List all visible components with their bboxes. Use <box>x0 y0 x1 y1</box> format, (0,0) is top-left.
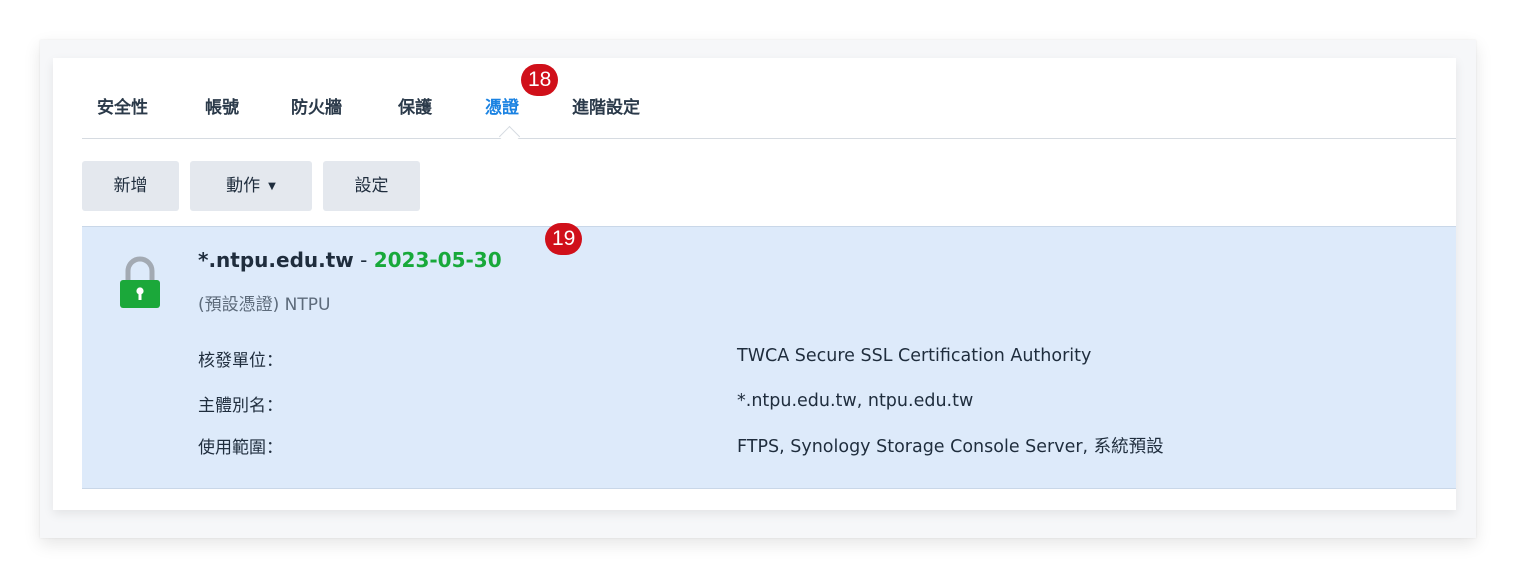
subject-alt-name-label: 主體別名： <box>198 396 283 416</box>
step-badge-cert: 19 <box>545 223 583 255</box>
chevron-down-icon: ▼ <box>268 181 276 192</box>
usage-scope-value: FTPS, Synology Storage Console Server, 系… <box>737 437 1164 457</box>
settings-button[interactable]: 設定 <box>323 161 420 211</box>
add-button-label: 新增 <box>113 176 148 196</box>
certificate-subtitle: (預設憑證) NTPU <box>198 295 331 315</box>
subject-alt-name-value: *.ntpu.edu.tw, ntpu.edu.tw <box>737 391 974 411</box>
issuer-value: TWCA Secure SSL Certification Authority <box>737 346 1092 366</box>
tab-security[interactable]: 安全性 <box>97 93 148 118</box>
usage-scope-label: 使用範圍： <box>198 438 283 458</box>
action-button-label: 動作 <box>226 176 261 196</box>
tab-firewall[interactable]: 防火牆 <box>291 93 342 118</box>
tab-protection[interactable]: 保護 <box>398 93 432 118</box>
certificate-expiry-date: 2023-05-30 <box>373 248 502 272</box>
issuer-label: 核發單位： <box>198 351 283 371</box>
action-dropdown-button[interactable]: 動作 ▼ <box>190 161 312 211</box>
certificate-title: *.ntpu.edu.tw - 2023-05-30 <box>198 248 502 272</box>
tab-account[interactable]: 帳號 <box>205 93 239 118</box>
step-badge-tab: 18 <box>521 64 559 96</box>
settings-button-label: 設定 <box>354 176 389 196</box>
tab-bar <box>82 88 1456 139</box>
tab-certificate[interactable]: 憑證 <box>485 93 519 118</box>
title-separator: - <box>360 248 368 272</box>
add-button[interactable]: 新增 <box>82 161 179 211</box>
lock-icon <box>118 253 162 311</box>
tab-advanced[interactable]: 進階設定 <box>572 93 640 118</box>
certificate-domain: *.ntpu.edu.tw <box>198 248 354 272</box>
